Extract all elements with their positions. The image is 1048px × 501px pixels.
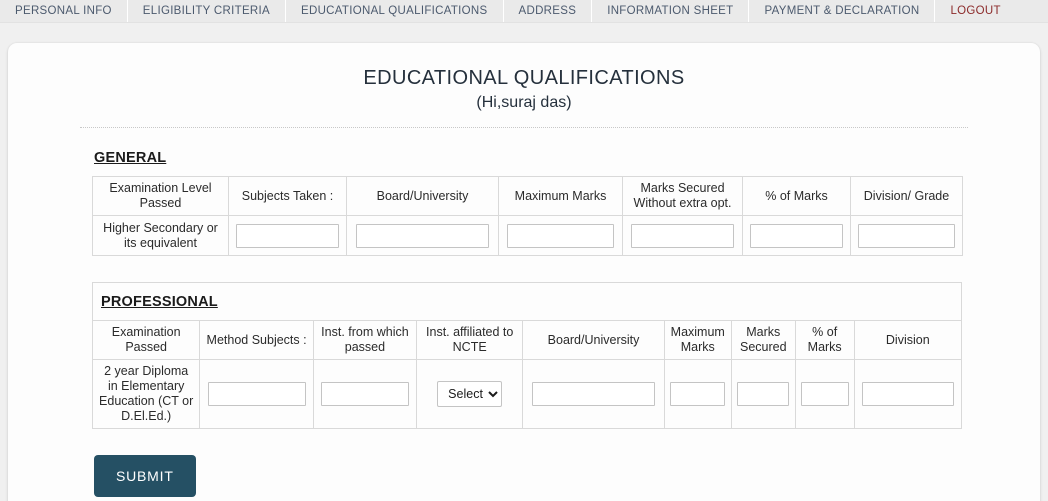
professional-title-cell: PROFESSIONAL	[92, 282, 962, 321]
professional-col-inst-affiliated-ncte: Inst. affiliated to NCTE	[416, 320, 524, 360]
professional-col-exam-passed: Examination Passed	[91, 320, 201, 360]
professional-method-subjects-input[interactable]	[207, 382, 306, 406]
professional-section-heading: PROFESSIONAL	[101, 293, 218, 310]
general-col-exam-level: Examination Level Passed	[92, 176, 229, 216]
nav-label: PAYMENT & DECLARATION	[764, 5, 920, 17]
professional-cell-maximum-marks	[663, 359, 732, 429]
professional-cell-inst-affiliated-ncte: Select	[416, 359, 524, 429]
professional-marks-secured-input[interactable]	[737, 382, 790, 406]
professional-division-input[interactable]	[861, 382, 954, 406]
professional-row-exam-passed: 2 year Diploma in Elementary Education (…	[91, 359, 201, 429]
professional-maximum-marks-input[interactable]	[670, 382, 726, 406]
page-title: EDUCATIONAL QUALIFICATIONS	[363, 67, 685, 89]
professional-percent-marks-input[interactable]	[800, 382, 849, 406]
general-cell-maximum-marks	[498, 215, 623, 256]
general-table-header-row: Examination Level Passed Subjects Taken …	[92, 176, 963, 216]
general-division-grade-input[interactable]	[858, 223, 955, 248]
professional-board-university-input[interactable]	[531, 382, 656, 406]
table-row: Higher Secondary or its equivalent	[92, 215, 963, 256]
general-subjects-taken-input[interactable]	[236, 223, 339, 248]
general-cell-division-grade	[850, 215, 963, 256]
general-cell-board-university	[346, 215, 499, 256]
title-block: EDUCATIONAL QUALIFICATIONS (Hi,suraj das…	[8, 65, 1040, 115]
nav-label: ELIGIBILITY CRITERIA	[142, 5, 270, 17]
professional-col-percent-marks: % of Marks	[794, 320, 855, 360]
top-navigation-bar: PERSONAL INFO ELIGIBILITY CRITERIA EDUCA…	[0, 0, 1048, 23]
nav-item-personal-info[interactable]: PERSONAL INFO	[0, 0, 128, 22]
professional-cell-percent-marks	[794, 359, 855, 429]
professional-cell-board-university	[522, 359, 665, 429]
general-col-percent-marks: % of Marks	[742, 176, 851, 216]
nav-spacer	[1015, 0, 1048, 22]
submit-row: SUBMIT	[92, 429, 956, 497]
nav-label: EDUCATIONAL QUALIFICATIONS	[301, 5, 488, 17]
general-row-exam-level: Higher Secondary or its equivalent	[92, 215, 229, 256]
professional-col-inst-from-which-passed: Inst. from which passed	[312, 320, 418, 360]
general-maximum-marks-input[interactable]	[506, 223, 615, 248]
professional-cell-marks-secured	[730, 359, 796, 429]
general-cell-percent-marks	[742, 215, 851, 256]
nav-item-eligibility-criteria[interactable]: ELIGIBILITY CRITERIA	[128, 0, 286, 22]
submit-button[interactable]: SUBMIT	[94, 455, 196, 497]
professional-cell-method-subjects	[199, 359, 314, 429]
general-cell-marks-secured	[622, 215, 743, 256]
professional-col-maximum-marks: Maximum Marks	[663, 320, 732, 360]
professional-table-header-row: Examination Passed Method Subjects : Ins…	[91, 320, 963, 360]
professional-col-board-university: Board/University	[522, 320, 665, 360]
general-col-division-grade: Division/ Grade	[850, 176, 963, 216]
professional-title-row: PROFESSIONAL	[92, 282, 962, 321]
nav-item-payment-declaration[interactable]: PAYMENT & DECLARATION	[749, 0, 936, 22]
nav-item-address[interactable]: ADDRESS	[504, 0, 593, 22]
general-cell-subjects-taken	[228, 215, 347, 256]
nav-item-information-sheet[interactable]: INFORMATION SHEET	[592, 0, 750, 22]
general-qualifications-table: Examination Level Passed Subjects Taken …	[92, 176, 963, 256]
nav-label: ADDRESS	[518, 5, 577, 17]
nav-label: PERSONAL INFO	[15, 5, 112, 17]
nav-item-educational-qualifications[interactable]: EDUCATIONAL QUALIFICATIONS	[286, 0, 504, 22]
general-marks-secured-input[interactable]	[630, 223, 735, 248]
content-card: EDUCATIONAL QUALIFICATIONS (Hi,suraj das…	[8, 43, 1040, 501]
professional-qualifications-table: PROFESSIONAL Examination Passed Method S…	[91, 282, 963, 429]
general-percent-marks-input[interactable]	[750, 223, 843, 248]
professional-col-division: Division	[853, 320, 963, 360]
user-greeting: (Hi,suraj das)	[476, 94, 572, 111]
nav-label: LOGOUT	[950, 5, 1001, 17]
professional-col-method-subjects: Method Subjects :	[199, 320, 314, 360]
professional-col-marks-secured: Marks Secured	[730, 320, 796, 360]
nav-label: INFORMATION SHEET	[607, 5, 734, 17]
nav-item-logout[interactable]: LOGOUT	[935, 0, 1015, 22]
professional-cell-division	[853, 359, 963, 429]
general-col-maximum-marks: Maximum Marks	[498, 176, 623, 216]
professional-ncte-affiliated-select[interactable]: Select	[437, 381, 503, 407]
general-col-subjects-taken: Subjects Taken :	[228, 176, 347, 216]
general-board-university-input[interactable]	[355, 223, 490, 248]
general-col-marks-secured: Marks Secured Without extra opt.	[622, 176, 743, 216]
professional-inst-from-which-passed-input[interactable]	[320, 382, 410, 406]
table-row: 2 year Diploma in Elementary Education (…	[91, 359, 963, 429]
professional-cell-inst-from-which-passed	[312, 359, 418, 429]
general-section-heading: GENERAL	[94, 150, 167, 166]
page-wrapper: EDUCATIONAL QUALIFICATIONS (Hi,suraj das…	[0, 23, 1048, 501]
form-sections: GENERAL Examination Level Passed Subject…	[8, 128, 1040, 497]
general-col-board-university: Board/University	[346, 176, 499, 216]
